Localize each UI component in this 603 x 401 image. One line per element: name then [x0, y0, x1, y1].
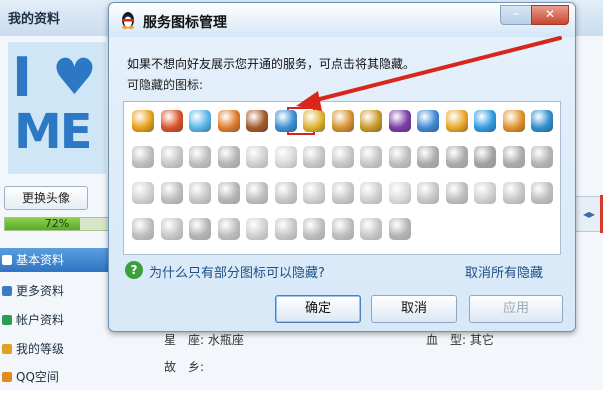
service-icon[interactable] — [502, 146, 525, 168]
service-icon[interactable] — [417, 110, 439, 132]
sidebar-item-account[interactable]: 帐户资料 — [0, 308, 110, 332]
service-icon[interactable] — [388, 182, 411, 204]
service-icon[interactable] — [160, 146, 183, 168]
qq-penguin-icon — [122, 12, 134, 29]
service-icon[interactable] — [132, 146, 154, 168]
service-icon[interactable] — [217, 218, 240, 240]
service-icon[interactable] — [189, 218, 211, 240]
service-icon[interactable] — [445, 182, 468, 204]
service-icon[interactable] — [274, 110, 297, 132]
service-icon[interactable] — [474, 146, 496, 168]
service-icon[interactable] — [274, 218, 297, 240]
progress-percent: 72% — [44, 217, 70, 230]
minimize-button[interactable]: – — [500, 5, 532, 25]
sidebar-item-label: 帐户资料 — [16, 313, 65, 327]
service-icon[interactable] — [189, 110, 211, 132]
sidebar-item-label: QQ空间 — [16, 370, 59, 384]
service-icon[interactable] — [303, 182, 325, 204]
apply-button[interactable]: 应用 — [469, 295, 563, 323]
avatar-letters-me: ME — [14, 104, 93, 160]
profile-title: 我的资料 — [8, 12, 61, 27]
blood-type-field: 血 型: 其它 — [426, 333, 494, 347]
why-only-some-icons-link[interactable]: 为什么只有部分图标可以隐藏? — [149, 262, 325, 281]
service-icon[interactable] — [417, 146, 439, 168]
service-icon[interactable] — [360, 110, 382, 132]
service-icon[interactable] — [189, 146, 211, 168]
service-icon[interactable] — [303, 110, 325, 132]
service-icon[interactable] — [331, 146, 354, 168]
sidebar-item-more-info[interactable]: 更多资料 — [0, 279, 110, 303]
service-icon[interactable] — [388, 218, 411, 240]
service-icon[interactable] — [531, 146, 553, 168]
service-icon[interactable] — [502, 182, 525, 204]
ok-button[interactable]: 确定 — [275, 295, 361, 323]
service-icon[interactable] — [132, 218, 154, 240]
service-icon[interactable] — [388, 146, 411, 168]
service-icon[interactable] — [331, 218, 354, 240]
qzone-icon — [2, 372, 12, 382]
account-icon — [2, 315, 12, 325]
dialog-title: 服务图标管理 — [143, 15, 227, 31]
constellation-field: 星 座: 水瓶座 — [164, 333, 244, 347]
service-icon[interactable] — [445, 146, 468, 168]
sidebar-item-label: 基本资料 — [16, 253, 65, 267]
service-icon[interactable] — [160, 110, 183, 132]
service-icon[interactable] — [303, 218, 325, 240]
sidebar-item-level[interactable]: 我的等级 — [0, 337, 110, 361]
sidebar-item-qzone[interactable]: QQ空间 — [0, 365, 110, 389]
service-icon[interactable] — [160, 218, 183, 240]
service-icon[interactable] — [474, 110, 496, 132]
service-icon[interactable] — [246, 218, 268, 240]
service-icon[interactable] — [360, 218, 382, 240]
service-icon[interactable] — [132, 182, 154, 204]
service-icon[interactable] — [246, 146, 268, 168]
service-icon[interactable] — [217, 146, 240, 168]
service-icon[interactable] — [502, 110, 525, 132]
service-icon[interactable] — [531, 110, 553, 132]
hideable-icons-label: 可隐藏的图标: — [127, 78, 204, 92]
service-icon[interactable] — [445, 110, 468, 132]
heart-icon: ♥ — [52, 48, 97, 106]
service-icon[interactable] — [246, 110, 268, 132]
sidebar-item-label: 更多资料 — [16, 284, 65, 298]
service-icon[interactable] — [132, 110, 154, 132]
close-button[interactable]: ✕ — [531, 5, 569, 25]
dialog-title-bar: 服务图标管理 – ✕ — [109, 3, 575, 37]
more-info-icon — [2, 286, 12, 296]
service-icon[interactable] — [360, 182, 382, 204]
avatar-letter-i: I — [12, 46, 33, 109]
help-icon: ? — [125, 261, 143, 279]
service-icon[interactable] — [531, 182, 553, 204]
service-icon[interactable] — [160, 182, 183, 204]
cancel-button[interactable]: 取消 — [371, 295, 457, 323]
service-icon[interactable] — [331, 182, 354, 204]
hideable-icons-panel — [123, 101, 561, 255]
level-icon — [2, 344, 12, 354]
profile-icon — [2, 255, 12, 265]
service-icon-dialog: 服务图标管理 – ✕ 如果不想向好友展示您开通的服务，可点击将其隐藏。 可隐藏的… — [108, 2, 576, 332]
service-icon[interactable] — [274, 182, 297, 204]
change-avatar-button[interactable]: 更换头像 — [4, 186, 88, 210]
service-icon[interactable] — [246, 182, 268, 204]
service-icon[interactable] — [189, 182, 211, 204]
dialog-description: 如果不想向好友展示您开通的服务，可点击将其隐藏。 — [127, 57, 416, 71]
service-icon[interactable] — [303, 146, 325, 168]
service-icon[interactable] — [217, 182, 240, 204]
profile-completion-bar: 72% — [4, 217, 110, 231]
service-icon[interactable] — [417, 182, 439, 204]
sidebar-item-label: 我的等级 — [16, 342, 65, 356]
service-icon[interactable] — [331, 110, 354, 132]
service-icon[interactable] — [274, 146, 297, 168]
sidebar-item-basic-info[interactable]: 基本资料 — [0, 248, 110, 272]
cancel-all-hidden-link[interactable]: 取消所有隐藏 — [465, 262, 543, 281]
service-icon[interactable] — [388, 110, 411, 132]
service-icon[interactable] — [474, 182, 496, 204]
side-panel-toggle[interactable]: ◂▸ — [575, 196, 603, 232]
service-icon[interactable] — [217, 110, 240, 132]
avatar: I ♥ ME — [8, 42, 106, 174]
service-icon[interactable] — [360, 146, 382, 168]
hometown-field: 故 乡: — [164, 360, 205, 374]
